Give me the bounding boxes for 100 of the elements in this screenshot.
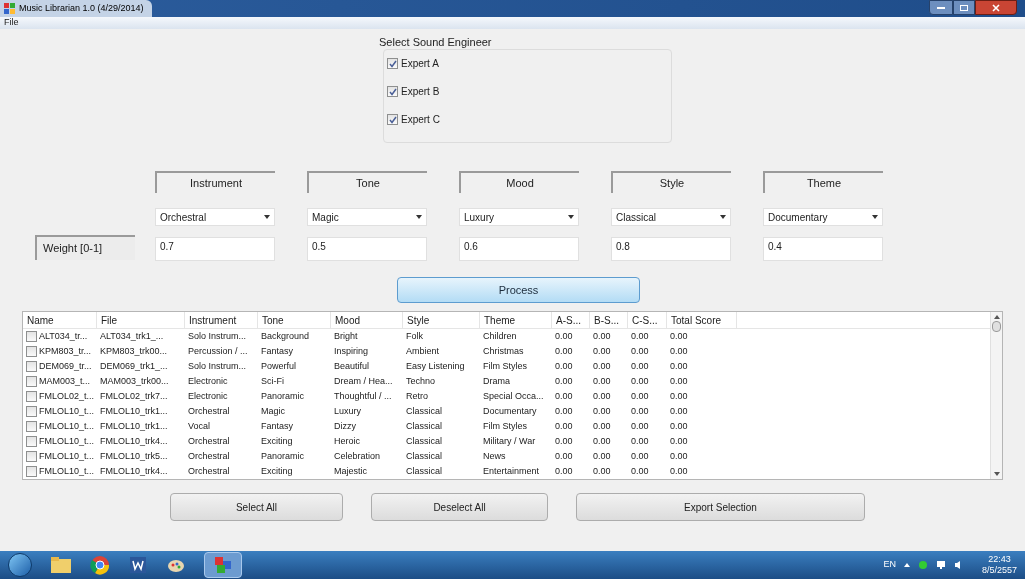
- table-cell-text: Percussion / ...: [188, 344, 248, 358]
- input-field[interactable]: 0.4: [763, 237, 883, 261]
- table-cell-text: 0.00: [593, 419, 611, 433]
- input-field[interactable]: 0.8: [611, 237, 731, 261]
- table-cell-text: News: [483, 449, 506, 463]
- checkbox[interactable]: [387, 58, 398, 69]
- scroll-thumb[interactable]: [992, 321, 1001, 332]
- row-checkbox[interactable]: [26, 391, 37, 402]
- column-header[interactable]: Tone: [258, 312, 331, 328]
- table-cell-text: Panoramic: [261, 449, 305, 463]
- column-header[interactable]: A-S...: [552, 312, 590, 328]
- table-cell-text: Techno: [406, 374, 436, 388]
- checkmark-icon: [388, 115, 397, 124]
- table-cell-text: FMLOL10_t...: [39, 449, 95, 463]
- table-cell-text: 0.00: [555, 374, 573, 388]
- action-button[interactable]: Select All: [170, 493, 343, 521]
- table-cell-text: FMLOL10_t...: [39, 404, 95, 418]
- checkbox[interactable]: [387, 86, 398, 97]
- table-cell-text: Panoramic: [261, 389, 305, 403]
- table-cell-text: Celebration: [334, 449, 381, 463]
- row-checkbox[interactable]: [26, 406, 37, 417]
- process-button[interactable]: Process: [397, 277, 640, 303]
- group-title: Select Sound Engineer: [379, 35, 493, 49]
- checkbox[interactable]: [387, 114, 398, 125]
- row-checkbox[interactable]: [26, 421, 37, 432]
- column-header[interactable]: C-S...: [628, 312, 667, 328]
- clock[interactable]: 22:43 8/5/2557: [981, 554, 1017, 576]
- row-checkbox[interactable]: [26, 361, 37, 372]
- column-header[interactable]: Style: [403, 312, 480, 328]
- scroll-down-icon: [993, 472, 1000, 476]
- table-cell-text: Majestic: [334, 464, 367, 478]
- input-field[interactable]: 0.6: [459, 237, 579, 261]
- column-header[interactable]: Total Score: [667, 312, 737, 328]
- table-cell-text: Luxury: [334, 404, 361, 418]
- table-cell-text: 0.00: [593, 404, 611, 418]
- table-cell-text: 0.00: [593, 359, 611, 373]
- table-cell-text: 0.00: [631, 419, 649, 433]
- input-field[interactable]: 0.7: [155, 237, 275, 261]
- table-cell-text: Beautiful: [334, 359, 370, 373]
- browser-icon[interactable]: [90, 555, 110, 575]
- caret-icon: [720, 215, 726, 219]
- document-icon[interactable]: [128, 555, 148, 575]
- checkbox-label: Expert B: [401, 85, 440, 99]
- column-header[interactable]: Name: [23, 312, 97, 328]
- close-button[interactable]: [975, 0, 1017, 15]
- row-checkbox[interactable]: [26, 451, 37, 462]
- input-field[interactable]: 0.5: [307, 237, 427, 261]
- scrollbar[interactable]: [990, 312, 1002, 479]
- language-indicator[interactable]: EN: [883, 558, 896, 572]
- table-cell-text: Exciting: [261, 434, 293, 448]
- dropdown[interactable]: Luxury: [459, 208, 579, 226]
- dropdown[interactable]: Orchestral: [155, 208, 275, 226]
- table-cell-text: ALT034_trk1_...: [100, 329, 164, 343]
- table-cell-text: 0.00: [555, 464, 573, 478]
- row-checkbox[interactable]: [26, 466, 37, 477]
- table-cell-text: Children: [483, 329, 517, 343]
- table-cell-text: Solo Instrum...: [188, 329, 247, 343]
- table-cell-text: Classical: [406, 464, 442, 478]
- caret-icon: [416, 215, 422, 219]
- table-cell-text: 0.00: [670, 389, 688, 403]
- criterion-header: Instrument: [155, 171, 275, 193]
- column-header[interactable]: Instrument: [185, 312, 258, 328]
- table-cell-text: 0.00: [670, 374, 688, 388]
- table-cell-text: 0.00: [670, 434, 688, 448]
- table-cell-text: 0.00: [670, 449, 688, 463]
- taskbar-app-button[interactable]: [204, 552, 242, 578]
- action-button[interactable]: Export Selection: [576, 493, 865, 521]
- row-checkbox[interactable]: [26, 331, 37, 342]
- action-button[interactable]: Deselect All: [371, 493, 548, 521]
- table-cell-text: KPM803_tr...: [39, 344, 92, 358]
- caret-icon: [872, 215, 878, 219]
- table-cell-text: Dizzy: [334, 419, 356, 433]
- column-header[interactable]: B-S...: [590, 312, 628, 328]
- table-cell-text: Retro: [406, 389, 428, 403]
- table-cell-text: FMLOL02_trk7...: [100, 389, 168, 403]
- dropdown[interactable]: Documentary: [763, 208, 883, 226]
- minimize-button[interactable]: [929, 0, 953, 15]
- table-cell-text: Documentary: [483, 404, 537, 418]
- table-cell-text: 0.00: [631, 449, 649, 463]
- table-cell-text: 0.00: [555, 389, 573, 403]
- column-header[interactable]: Mood: [331, 312, 403, 328]
- row-checkbox[interactable]: [26, 346, 37, 357]
- table-cell-text: 0.00: [670, 359, 688, 373]
- table-cell-text: Bright: [334, 329, 358, 343]
- table-cell-text: 0.00: [631, 434, 649, 448]
- column-header[interactable]: File: [97, 312, 185, 328]
- row-checkbox[interactable]: [26, 376, 37, 387]
- row-checkbox[interactable]: [26, 436, 37, 447]
- folder-icon[interactable]: [50, 556, 72, 574]
- menu-item[interactable]: File: [4, 16, 19, 30]
- maximize-button[interactable]: [953, 0, 975, 15]
- start-button[interactable]: [8, 553, 32, 577]
- table-cell-text: 0.00: [555, 419, 573, 433]
- dropdown[interactable]: Magic: [307, 208, 427, 226]
- network-icon[interactable]: [917, 560, 928, 570]
- table-cell-text: 0.00: [555, 404, 573, 418]
- caret-up-icon[interactable]: [903, 563, 910, 567]
- monitor-icon[interactable]: [935, 560, 946, 570]
- column-header[interactable]: Theme: [480, 312, 552, 328]
- dropdown[interactable]: Classical: [611, 208, 731, 226]
